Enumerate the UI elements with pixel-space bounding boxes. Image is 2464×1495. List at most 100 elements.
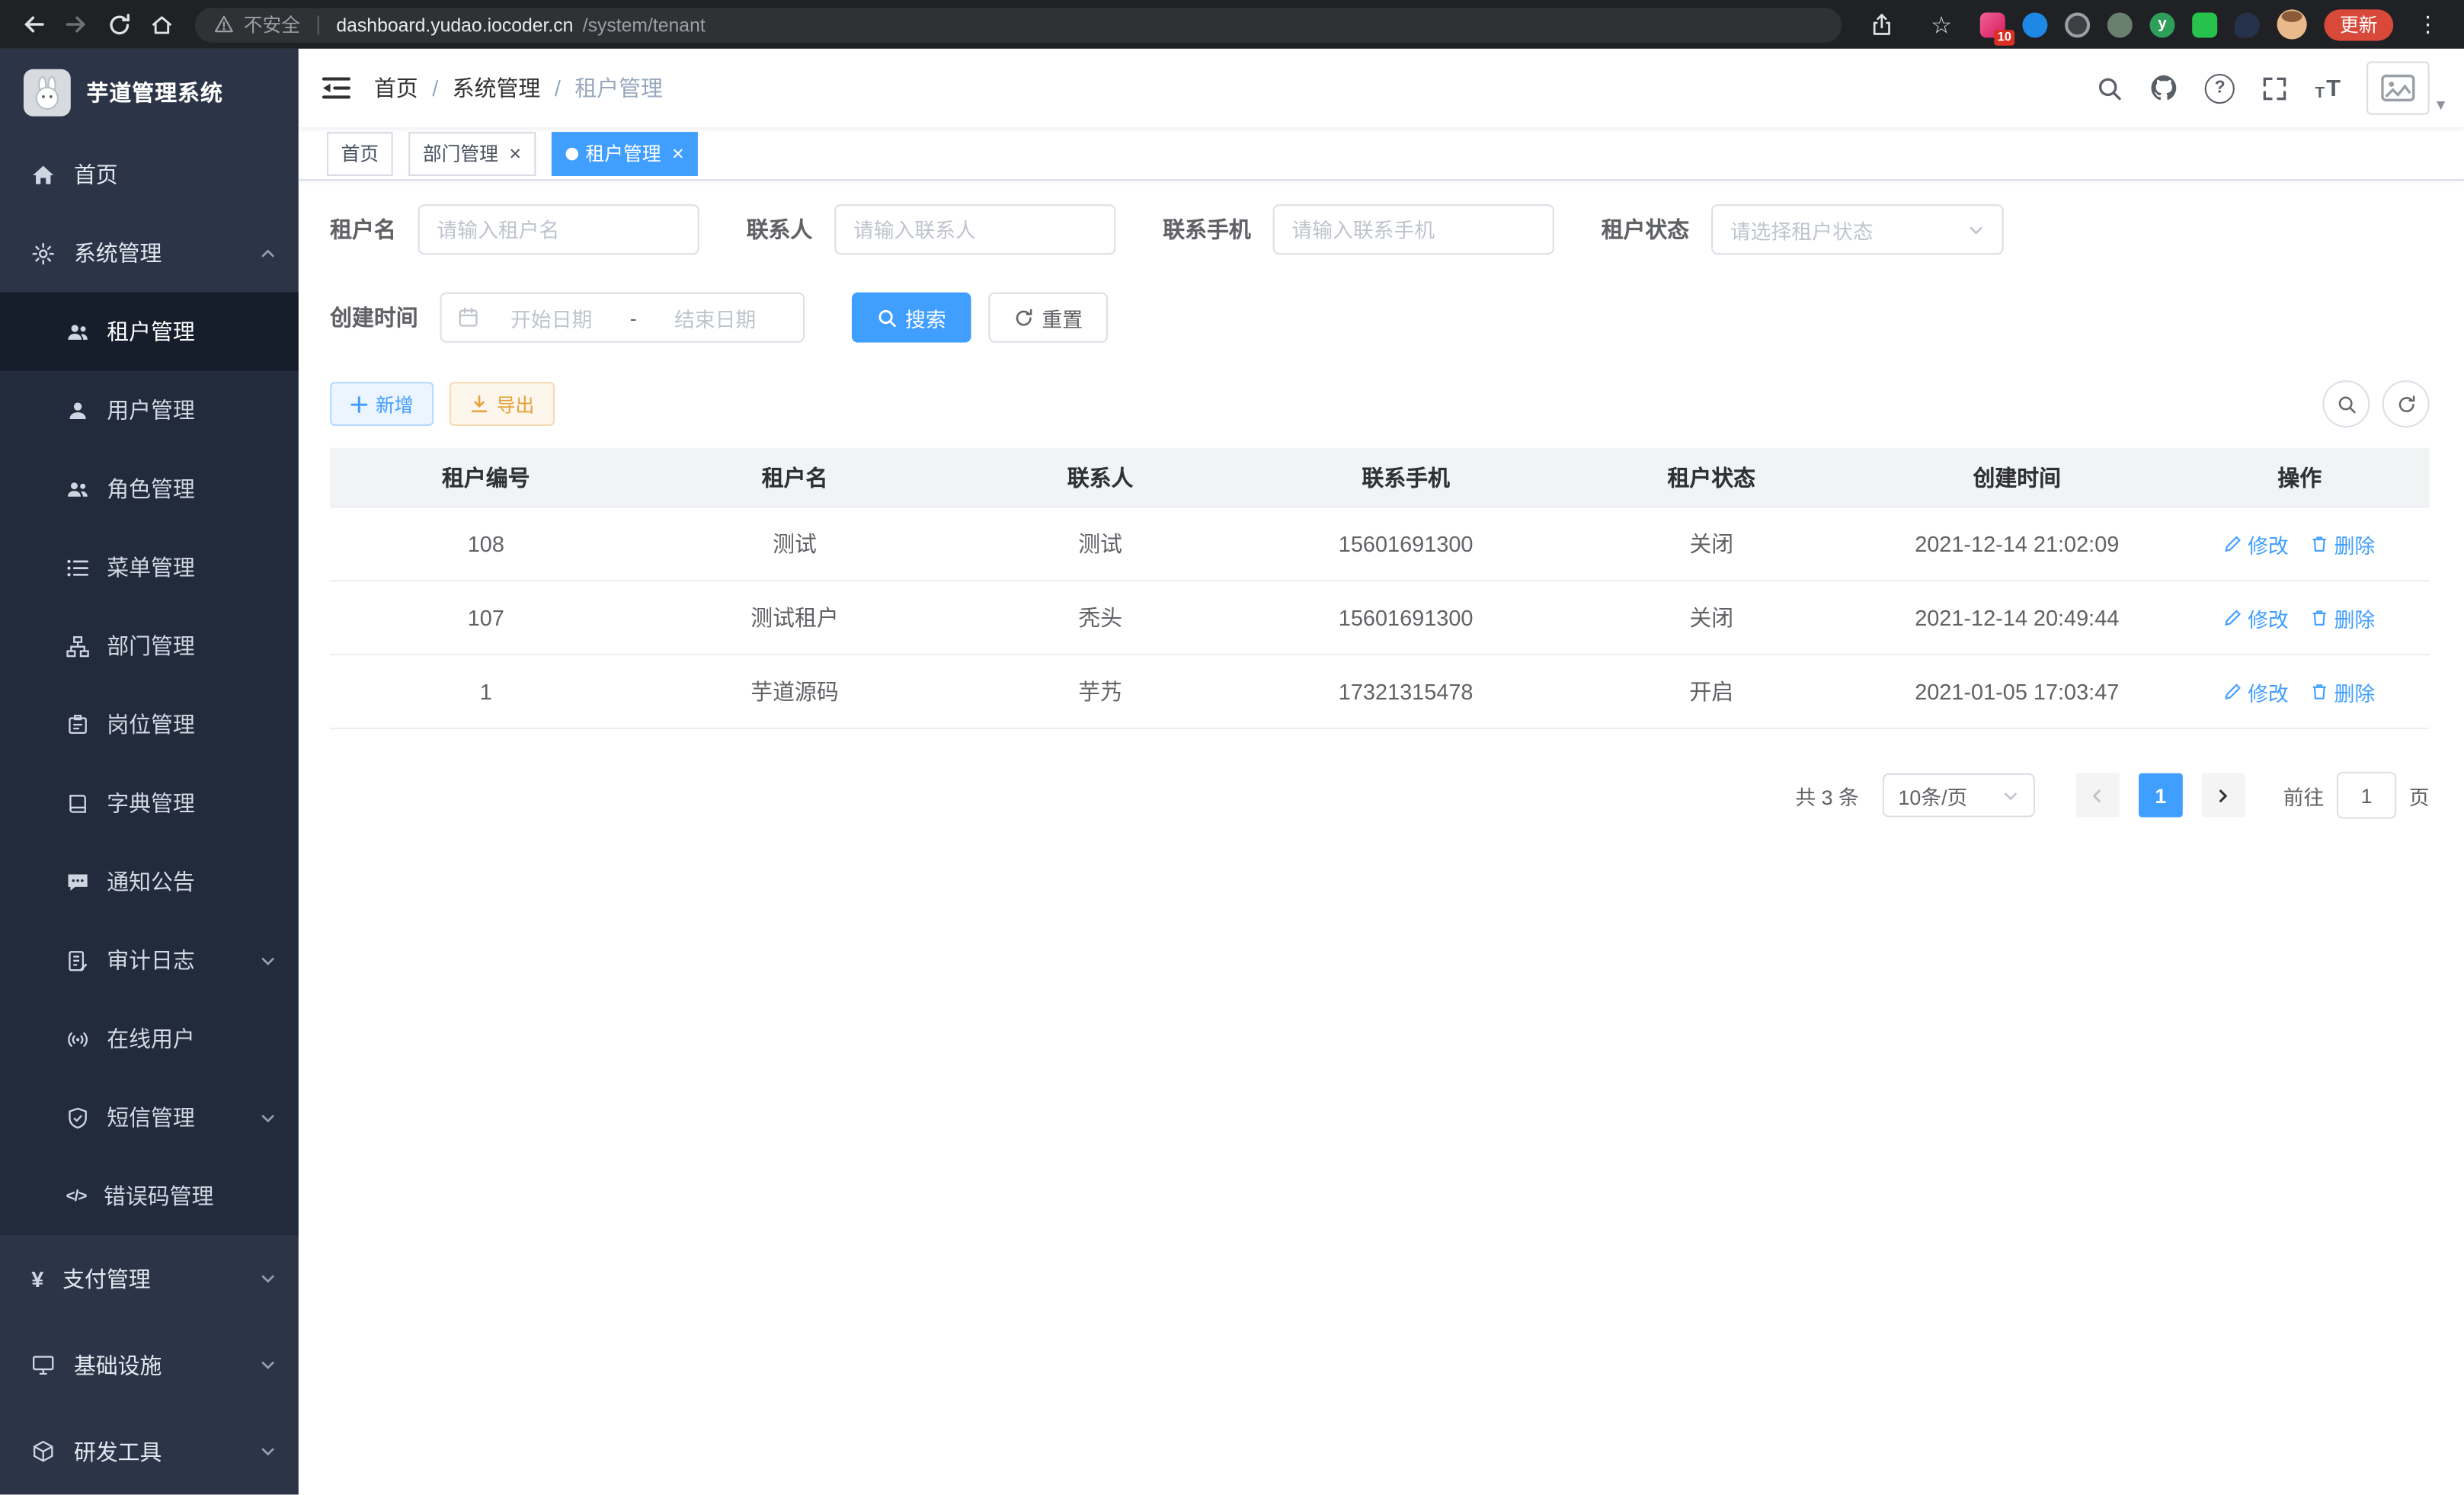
sidebar-item-system[interactable]: 系统管理: [0, 214, 299, 293]
cell-phone: 15601691300: [1253, 581, 1559, 655]
font-size-icon[interactable]: TT: [2315, 75, 2341, 101]
delete-button[interactable]: 删除: [2311, 529, 2376, 559]
sidebar-item-post[interactable]: 岗位管理: [0, 685, 299, 764]
browser-home-icon[interactable]: [140, 3, 183, 46]
sidebar-item-sms[interactable]: 短信管理: [0, 1078, 299, 1157]
cell-created: 2021-01-05 17:03:47: [1864, 655, 2170, 728]
trash-icon: [2311, 682, 2330, 701]
header-search-icon[interactable]: [2097, 75, 2123, 101]
extension-icon-5[interactable]: y: [2149, 11, 2174, 37]
jump-suffix: 页: [2409, 780, 2430, 810]
prev-page-button[interactable]: [2075, 773, 2120, 818]
tenant-name-input[interactable]: [418, 204, 699, 255]
extension-icon-3[interactable]: [2065, 11, 2090, 37]
audit-doc-icon: [66, 949, 90, 972]
breadcrumb-home[interactable]: 首页: [374, 72, 418, 104]
close-icon[interactable]: ×: [509, 143, 521, 164]
sidebar-item-user[interactable]: 用户管理: [0, 371, 299, 450]
sidebar-item-menu[interactable]: 菜单管理: [0, 528, 299, 607]
chrome-update-button[interactable]: 更新: [2324, 8, 2393, 40]
breadcrumb-system[interactable]: 系统管理: [453, 72, 541, 104]
contact-input[interactable]: [834, 204, 1115, 255]
roles-icon: [66, 477, 90, 501]
table-row: 107 测试租户 秃头 15601691300 关闭 2021-12-14 20…: [330, 581, 2430, 655]
main: 首页 / 系统管理 / 租户管理 ?: [299, 49, 2464, 1495]
tab-home[interactable]: 首页: [327, 131, 393, 175]
col-created: 创建时间: [1864, 448, 2170, 507]
sidebar-item-role[interactable]: 角色管理: [0, 450, 299, 528]
reset-button[interactable]: 重置: [988, 293, 1108, 343]
status-select[interactable]: 请选择租户状态: [1711, 204, 2004, 255]
edit-icon: [2224, 534, 2243, 553]
share-icon[interactable]: [1861, 3, 1903, 46]
sidebar-item-online-users[interactable]: 在线用户: [0, 1000, 299, 1078]
browser-reload-icon[interactable]: [98, 3, 140, 46]
page-size-select[interactable]: 10条/页: [1883, 773, 2035, 818]
extension-icon-1[interactable]: 10: [1980, 11, 2005, 37]
date-separator: -: [623, 306, 642, 329]
edit-button[interactable]: 修改: [2224, 677, 2289, 706]
extension-icon-2[interactable]: [2022, 11, 2047, 37]
active-dot: [565, 147, 578, 160]
search-button[interactable]: 搜索: [852, 293, 971, 343]
github-icon[interactable]: [2150, 74, 2178, 102]
edit-button[interactable]: 修改: [2224, 603, 2289, 632]
edit-button[interactable]: 修改: [2224, 529, 2289, 559]
avatar: [2367, 61, 2430, 114]
sidebar-item-infrastructure[interactable]: 基础设施: [0, 1322, 299, 1408]
sidebar-item-dict[interactable]: 字典管理: [0, 764, 299, 842]
edit-icon: [2224, 608, 2243, 627]
tab-tenant[interactable]: 租户管理 ×: [551, 131, 698, 175]
fullscreen-icon[interactable]: [2261, 75, 2288, 101]
sidebar-item-tenant[interactable]: 租户管理: [0, 293, 299, 371]
browser-forward-icon[interactable]: [55, 3, 98, 46]
close-icon[interactable]: ×: [672, 143, 684, 164]
sidebar-item-notice[interactable]: 通知公告: [0, 843, 299, 921]
extension-icon-7[interactable]: [2235, 11, 2260, 37]
cell-phone: 17321315478: [1253, 655, 1559, 728]
browser-toolbar: 不安全 dashboard.yudao.iocoder.cn/system/te…: [0, 0, 2464, 49]
browser-back-icon[interactable]: [13, 3, 56, 46]
sidebar-item-dept[interactable]: 部门管理: [0, 607, 299, 685]
extension-icon-6[interactable]: [2192, 11, 2217, 37]
date-range-picker[interactable]: 开始日期 - 结束日期: [440, 293, 805, 343]
col-operations: 操作: [2170, 448, 2430, 507]
sidebar-item-payment[interactable]: ¥ 支付管理: [0, 1235, 299, 1321]
help-icon[interactable]: ?: [2205, 73, 2235, 103]
url-host: dashboard.yudao.iocoder.cn: [336, 14, 573, 36]
security-label[interactable]: 不安全: [244, 11, 300, 37]
cell-status: 关闭: [1559, 507, 1864, 581]
next-page-button[interactable]: [2201, 773, 2245, 818]
browser-profile-avatar[interactable]: [2277, 9, 2307, 39]
search-icon: [877, 307, 898, 328]
sidebar-logo[interactable]: 芋道管理系统: [0, 49, 299, 135]
browser-menu-icon[interactable]: ⋮: [2411, 11, 2445, 37]
toggle-search-button[interactable]: [2322, 380, 2370, 427]
add-button[interactable]: 新增: [330, 382, 434, 426]
phone-input[interactable]: [1273, 204, 1554, 255]
address-bar[interactable]: 不安全 dashboard.yudao.iocoder.cn/system/te…: [195, 7, 1842, 41]
bookmark-star-icon[interactable]: ☆: [1920, 3, 1963, 46]
col-contact: 联系人: [948, 448, 1253, 507]
home-icon: [31, 162, 55, 186]
delete-button[interactable]: 删除: [2311, 677, 2376, 706]
extension-icon-4[interactable]: [2107, 11, 2133, 37]
tab-label: 首页: [341, 140, 379, 167]
export-button[interactable]: 导出: [450, 382, 555, 426]
jump-page-input[interactable]: [2337, 772, 2396, 819]
sidebar-item-home[interactable]: 首页: [0, 135, 299, 213]
screen: 不安全 dashboard.yudao.iocoder.cn/system/te…: [0, 0, 2464, 1495]
sidebar-item-audit-log[interactable]: 审计日志: [0, 921, 299, 1000]
refresh-table-button[interactable]: [2382, 380, 2430, 427]
sidebar-item-error-code[interactable]: </> 错误码管理: [0, 1157, 299, 1235]
chevron-down-icon: [1967, 221, 1985, 238]
hamburger-icon[interactable]: [299, 49, 374, 127]
sidebar-item-label: 通知公告: [107, 866, 277, 897]
download-icon: [470, 395, 489, 414]
tab-dept[interactable]: 部门管理 ×: [408, 131, 535, 175]
user-avatar-dropdown[interactable]: ▾: [2367, 61, 2445, 114]
page-1-button[interactable]: 1: [2139, 773, 2183, 818]
filter-tenant-name: 租户名: [330, 204, 699, 255]
delete-button[interactable]: 删除: [2311, 603, 2376, 632]
sidebar-item-dev-tools[interactable]: 研发工具: [0, 1408, 299, 1494]
